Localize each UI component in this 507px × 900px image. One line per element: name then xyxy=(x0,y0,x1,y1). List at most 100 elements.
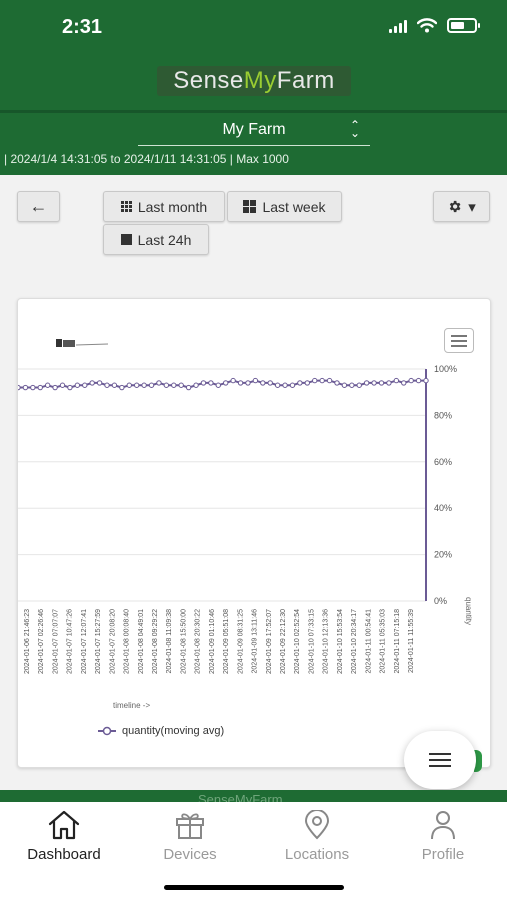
data-point xyxy=(163,382,170,388)
data-point xyxy=(260,380,266,386)
header-divider xyxy=(0,110,507,113)
x-tick-label: 2024-01-06 21:46:23 xyxy=(24,609,31,674)
person-icon xyxy=(431,811,455,840)
data-point xyxy=(185,384,192,391)
x-tick-label: 2024-01-11 00:54:41 xyxy=(365,609,372,674)
x-tick-label: 2024-01-10 15:53:54 xyxy=(337,609,344,674)
x-tick-label: 2024-01-09 22:12:30 xyxy=(280,609,287,674)
data-point xyxy=(297,380,303,386)
updown-chevron-icon: ⌃ ⌄ xyxy=(349,118,360,140)
x-tick-label: 2024-01-09 08:31:25 xyxy=(237,609,244,674)
data-point xyxy=(74,382,81,388)
brand-logo: Sense My Farm xyxy=(157,66,351,96)
last-week-button[interactable]: Last week xyxy=(227,191,342,222)
last-24h-button[interactable]: Last 24h xyxy=(103,224,209,255)
data-point xyxy=(223,380,229,386)
data-point xyxy=(289,382,296,388)
settings-dropdown-button[interactable]: ▾ xyxy=(433,191,490,222)
x-tick-label: 2024-01-08 09:29:22 xyxy=(152,609,159,674)
data-point xyxy=(237,380,244,386)
last-24h-label: Last 24h xyxy=(137,231,192,248)
data-point xyxy=(371,380,377,386)
data-point xyxy=(193,382,199,388)
y-tick-label: 60% xyxy=(434,457,452,467)
x-tick-label: 2024-01-09 17:52:07 xyxy=(266,609,273,674)
x-tick-label: 2024-01-10 20:34:17 xyxy=(351,609,358,674)
farm-selector-value: My Farm xyxy=(222,120,286,138)
y-tick-label: 0% xyxy=(434,596,447,606)
date-range-info: | 2024/1/4 14:31:05 to 2024/1/11 14:31:0… xyxy=(4,152,289,166)
x-tick-label: 2024-01-08 20:30:22 xyxy=(195,609,202,674)
x-tick-label: 2024-01-07 10:47:26 xyxy=(67,609,74,674)
x-tick-label: 2024-01-07 02:26:46 xyxy=(38,609,45,674)
data-point xyxy=(415,377,422,384)
x-tick-label: 2024-01-11 07:15:18 xyxy=(394,609,401,674)
x-tick-label: 2024-01-09 05:51:08 xyxy=(223,609,230,674)
home-indicator xyxy=(164,885,344,890)
data-point xyxy=(341,382,348,388)
data-point xyxy=(208,380,214,386)
tab-locations[interactable]: Locations xyxy=(267,810,367,863)
data-point xyxy=(215,382,221,388)
data-point xyxy=(363,380,370,386)
arrow-left-icon: ← xyxy=(29,196,48,216)
data-point xyxy=(111,382,118,388)
y-tick-label: 80% xyxy=(434,410,452,420)
x-tick-label: 2024-01-08 00:08:40 xyxy=(124,609,131,674)
data-point xyxy=(326,377,333,384)
app-header: 2:31 Sense My Farm My Farm ⌃ ⌄ | 2024/1/4 1… xyxy=(0,0,507,175)
data-point xyxy=(282,382,288,388)
gift-icon xyxy=(176,813,204,839)
status-time: 2:31 xyxy=(62,16,103,38)
data-point xyxy=(393,377,400,384)
chart-legend[interactable]: quantity(moving avg) xyxy=(98,725,224,737)
tab-dashboard[interactable]: Dashboard xyxy=(14,810,114,863)
data-point xyxy=(96,380,103,386)
last-month-label: Last month xyxy=(137,198,208,215)
data-point xyxy=(304,380,311,386)
location-pin-icon xyxy=(304,810,330,840)
wifi-icon xyxy=(417,18,437,33)
tab-devices[interactable]: Devices xyxy=(140,810,240,863)
data-point xyxy=(178,382,184,388)
data-point xyxy=(52,384,58,391)
gear-icon xyxy=(450,200,461,213)
data-point xyxy=(141,382,147,388)
x-tick-label: 2024-01-07 07:07:07 xyxy=(52,609,59,674)
data-point xyxy=(89,380,95,386)
x-tick-label: 2024-01-10 12:13:36 xyxy=(323,609,330,674)
data-point xyxy=(126,382,132,388)
data-point xyxy=(230,377,236,384)
tab-profile[interactable]: Profile xyxy=(393,810,493,863)
x-tick-label: 2024-01-08 15:50:00 xyxy=(180,609,187,674)
floating-menu-button[interactable] xyxy=(404,731,476,789)
y-tick-label: 20% xyxy=(434,550,452,560)
x-tick-label: 2024-01-07 20:08:20 xyxy=(109,609,116,674)
x-tick-label: 2024-01-09 01:10:46 xyxy=(209,609,216,674)
data-point xyxy=(408,377,414,384)
x-tick-label: 2024-01-09 13:11:46 xyxy=(252,609,259,674)
data-point xyxy=(423,377,429,384)
data-point xyxy=(274,382,281,388)
data-point xyxy=(349,382,355,388)
data-point xyxy=(37,384,43,391)
data-point xyxy=(30,384,36,391)
data-point xyxy=(252,377,259,384)
cellular-signal-icon xyxy=(389,19,407,33)
x-tick-label: 2024-01-11 05:35:03 xyxy=(380,609,387,674)
y-axis-title: quantity xyxy=(464,597,473,625)
back-button[interactable]: ← xyxy=(17,191,60,222)
footer-strip: SenseMyFarm xyxy=(0,790,507,802)
grid-large-icon xyxy=(243,200,257,213)
data-point xyxy=(82,382,88,388)
data-point xyxy=(104,382,110,388)
footer-text: SenseMyFarm xyxy=(198,792,283,802)
data-point xyxy=(200,380,207,386)
legend-line-marker-icon xyxy=(98,726,116,736)
last-month-button[interactable]: Last month xyxy=(103,191,225,222)
farm-selector[interactable]: My Farm ⌃ ⌄ xyxy=(138,114,370,146)
data-point xyxy=(378,380,385,386)
x-tick-label: 2024-01-08 11:09:38 xyxy=(166,609,173,674)
data-point xyxy=(148,382,155,388)
last-week-label: Last week xyxy=(262,198,326,215)
